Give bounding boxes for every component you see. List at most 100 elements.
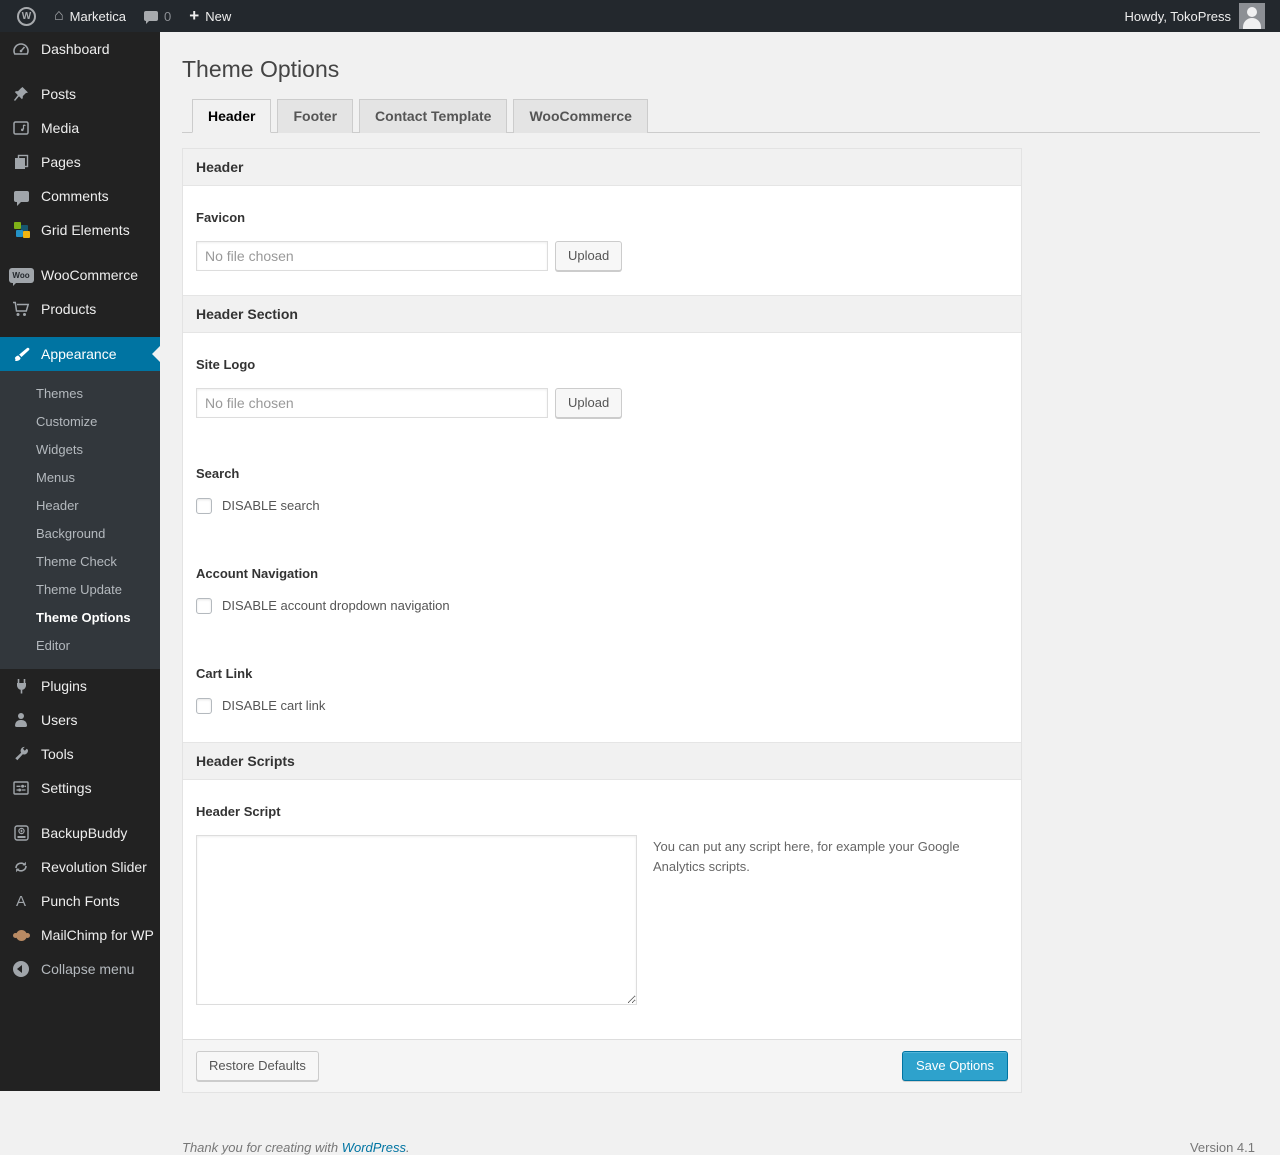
sidebar-item-posts[interactable]: Posts xyxy=(0,77,160,111)
disable-search-label[interactable]: DISABLE search xyxy=(222,498,320,513)
sidebar-item-comments[interactable]: Comments xyxy=(0,179,160,213)
header-script-field-row: Header Script You can put any script her… xyxy=(183,804,1021,1039)
letter-a-icon: A xyxy=(15,892,26,910)
header-script-textarea[interactable] xyxy=(196,834,637,1005)
disable-account-dropdown-label[interactable]: DISABLE account dropdown navigation xyxy=(222,598,450,613)
footer-period: . xyxy=(406,1139,410,1155)
plug-icon xyxy=(8,678,34,694)
new-label: New xyxy=(205,8,232,24)
comment-bubble-icon xyxy=(144,11,159,24)
sidebar-item-label: Comments xyxy=(41,188,109,204)
favicon-file-input[interactable] xyxy=(196,240,548,271)
sidebar-item-punch-fonts[interactable]: A Punch Fonts xyxy=(0,884,160,918)
panel-footer: Restore Defaults Save Options xyxy=(183,1038,1021,1092)
monkey-icon xyxy=(8,929,34,941)
sidebar-item-dashboard[interactable]: Dashboard xyxy=(0,32,160,66)
sidebar-item-label: Dashboard xyxy=(41,41,110,57)
cart-link-label: Cart Link xyxy=(196,665,253,681)
restore-defaults-button[interactable]: Restore Defaults xyxy=(196,1050,319,1081)
tab-header[interactable]: Header xyxy=(192,98,272,133)
tab-contact-template[interactable]: Contact Template xyxy=(359,98,508,133)
tab-woocommerce[interactable]: WooCommerce xyxy=(513,98,648,133)
sidebar-item-settings[interactable]: Settings xyxy=(0,771,160,805)
site-logo-file-input[interactable] xyxy=(196,387,548,418)
sidebar-item-label: Grid Elements xyxy=(41,222,130,238)
version-text: Version 4.1 xyxy=(1189,1139,1255,1155)
submenu-item-editor[interactable]: Editor xyxy=(0,631,160,659)
sidebar-item-woocommerce[interactable]: Woo WooCommerce xyxy=(0,258,160,292)
sliders-icon xyxy=(8,781,34,795)
admin-bar: W ⌂ Marketica 0 + New Howdy, TokoPress xyxy=(0,0,1280,32)
dashboard-icon xyxy=(8,42,34,56)
howdy-text: Howdy, TokoPress xyxy=(1124,8,1231,24)
submenu-item-theme-options[interactable]: Theme Options xyxy=(0,603,160,631)
sidebar-item-tools[interactable]: Tools xyxy=(0,737,160,771)
wordpress-logo-menu[interactable]: W xyxy=(8,0,45,32)
sidebar-item-collapse-menu[interactable]: Collapse menu xyxy=(0,952,160,986)
sidebar-item-media[interactable]: Media xyxy=(0,111,160,145)
wrench-icon xyxy=(8,746,34,762)
new-content-menu[interactable]: + New xyxy=(180,0,240,32)
pushpin-icon xyxy=(8,86,34,102)
brush-icon xyxy=(8,347,34,362)
pages-icon xyxy=(8,154,34,170)
comments-shortcut[interactable]: 0 xyxy=(135,0,180,32)
sidebar-item-plugins[interactable]: Plugins xyxy=(0,669,160,703)
disable-account-dropdown-checkbox[interactable] xyxy=(196,597,212,614)
backup-drive-icon xyxy=(8,825,34,841)
header-script-help-text: You can put any script here, for example… xyxy=(653,838,960,875)
cart-icon xyxy=(8,301,34,317)
wordpress-logo-icon: W xyxy=(17,6,36,26)
submenu-item-theme-check[interactable]: Theme Check xyxy=(0,547,160,575)
sidebar-item-label: BackupBuddy xyxy=(41,825,128,841)
account-menu[interactable]: Howdy, TokoPress xyxy=(1125,3,1265,29)
site-name-link[interactable]: ⌂ Marketica xyxy=(45,0,135,32)
sidebar-item-label: WooCommerce xyxy=(41,267,138,283)
sidebar-item-mailchimp[interactable]: MailChimp for WP xyxy=(0,918,160,952)
sidebar-item-users[interactable]: Users xyxy=(0,703,160,737)
section-header: Header xyxy=(183,148,1021,186)
submenu-item-themes[interactable]: Themes xyxy=(0,379,160,407)
sidebar-item-label: Products xyxy=(41,301,97,317)
submenu-item-header[interactable]: Header xyxy=(0,491,160,519)
sidebar-item-label: Settings xyxy=(41,780,92,796)
sidebar-item-label: Media xyxy=(41,120,80,136)
menu-separator xyxy=(0,326,160,337)
submenu-item-menus[interactable]: Menus xyxy=(0,463,160,491)
account-navigation-label: Account Navigation xyxy=(196,565,319,581)
site-logo-upload-button[interactable]: Upload xyxy=(555,387,623,418)
disable-cart-link-checkbox[interactable] xyxy=(196,697,212,714)
save-options-button[interactable]: Save Options xyxy=(901,1050,1008,1081)
sidebar-item-label: Pages xyxy=(41,154,81,170)
main-content: Theme Options Header Footer Contact Temp… xyxy=(160,32,1280,1155)
admin-bar-left: W ⌂ Marketica 0 + New xyxy=(8,0,240,32)
submenu-item-background[interactable]: Background xyxy=(0,519,160,547)
submenu-item-customize[interactable]: Customize xyxy=(0,407,160,435)
disable-search-checkbox[interactable] xyxy=(196,497,212,514)
sidebar-item-revolution-slider[interactable]: Revolution Slider xyxy=(0,850,160,884)
submenu-item-theme-update[interactable]: Theme Update xyxy=(0,575,160,603)
media-icon xyxy=(8,121,34,135)
section-header-section: Header Section xyxy=(183,294,1021,333)
disable-cart-link-label[interactable]: DISABLE cart link xyxy=(222,698,325,713)
sidebar-item-label: Plugins xyxy=(41,678,87,694)
sidebar-item-label: Users xyxy=(41,712,78,728)
sidebar-item-label: MailChimp for WP xyxy=(41,927,154,943)
sidebar-item-backupbuddy[interactable]: BackupBuddy xyxy=(0,816,160,850)
menu-separator xyxy=(0,805,160,816)
favicon-upload-button[interactable]: Upload xyxy=(555,240,623,271)
plus-icon: + xyxy=(189,5,200,25)
user-icon xyxy=(8,712,34,728)
sidebar-item-grid-elements[interactable]: Grid Elements xyxy=(0,213,160,247)
menu-separator xyxy=(0,66,160,77)
site-logo-field-row: Site Logo Upload xyxy=(183,357,1021,442)
submenu-item-widgets[interactable]: Widgets xyxy=(0,435,160,463)
collapse-arrow-icon xyxy=(8,961,34,977)
footer-thanks-prefix: Thank you for creating with xyxy=(182,1139,339,1155)
sidebar-item-products[interactable]: Products xyxy=(0,292,160,326)
wordpress-link[interactable]: WordPress xyxy=(342,1140,406,1155)
sidebar-item-pages[interactable]: Pages xyxy=(0,145,160,179)
sidebar-item-appearance[interactable]: Appearance xyxy=(0,337,160,371)
site-logo-label: Site Logo xyxy=(196,356,256,372)
tab-footer[interactable]: Footer xyxy=(277,98,354,133)
